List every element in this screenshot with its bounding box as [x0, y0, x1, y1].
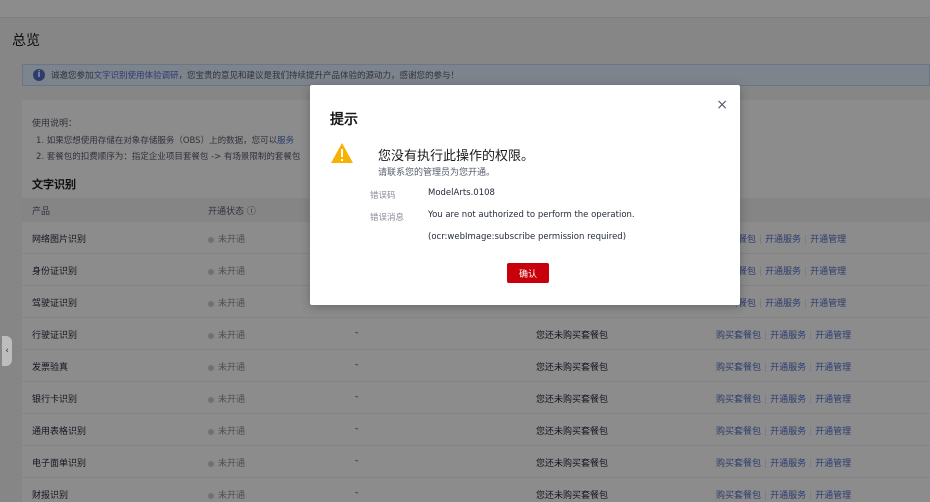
error-message-label: 错误消息: [370, 213, 405, 223]
warning-icon: [331, 143, 353, 163]
error-code-value: ModelArts.0108: [428, 188, 495, 198]
error-code-label: 错误码: [370, 191, 396, 201]
dialog-submessage: 请联系您的管理员为您开通。: [378, 168, 496, 178]
dialog-title: 提示: [330, 112, 358, 128]
error-message-value: You are not authorized to perform the op…: [428, 210, 635, 242]
confirm-button[interactable]: 确认: [507, 263, 549, 283]
sidebar-toggle-handle[interactable]: ‹: [2, 336, 12, 366]
close-icon[interactable]: ×: [716, 97, 728, 113]
page-background: 总览 i 诚邀您参加 文字识别使用体验调研 ，您宝贵的意见和建议是我们持续提升产…: [0, 0, 930, 502]
dialog-message: 您没有执行此操作的权限。: [378, 149, 535, 164]
permission-dialog: 提示 × 您没有执行此操作的权限。 请联系您的管理员为您开通。 错误码 Mode…: [310, 85, 740, 305]
